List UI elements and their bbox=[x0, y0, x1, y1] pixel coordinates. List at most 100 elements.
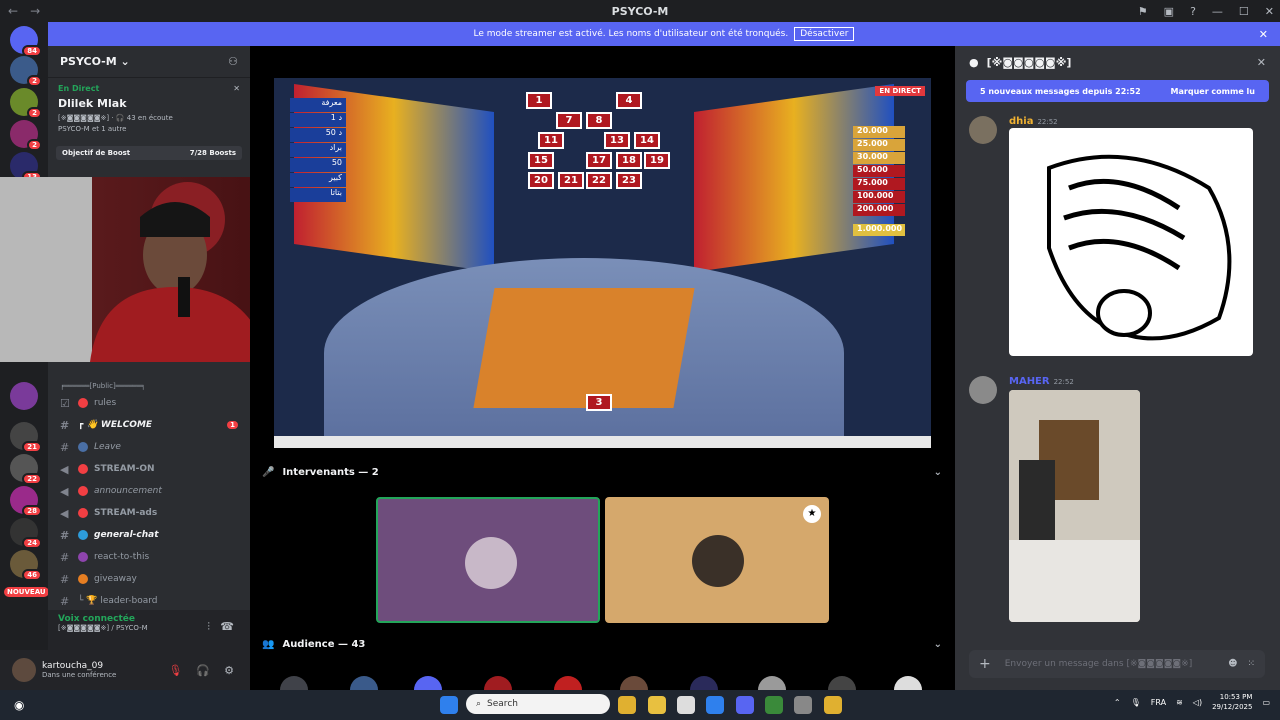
product-photo bbox=[1009, 390, 1140, 622]
message-author[interactable]: MAHER bbox=[1009, 376, 1050, 387]
close-window-button[interactable]: ✕ bbox=[1265, 5, 1274, 18]
avatar[interactable] bbox=[969, 116, 997, 144]
channel-giveaway[interactable]: # giveaway bbox=[48, 568, 250, 590]
avatar[interactable] bbox=[12, 658, 36, 682]
wifi-icon[interactable]: ≋ bbox=[1176, 698, 1183, 707]
soundboard-icon[interactable]: ⫶ bbox=[207, 620, 210, 634]
message-image[interactable] bbox=[1009, 128, 1253, 356]
server-icon[interactable]: 46 bbox=[10, 550, 42, 581]
server-icon[interactable] bbox=[10, 382, 38, 410]
app-icon[interactable] bbox=[794, 696, 812, 714]
disconnect-icon[interactable]: ☎ bbox=[220, 620, 234, 633]
number-box: 11 bbox=[538, 132, 564, 149]
channel-stream-ads[interactable]: ◀ STREAM-ads bbox=[48, 502, 250, 524]
inbox-icon[interactable]: ⚑ bbox=[1138, 5, 1148, 18]
channel-react-to-this[interactable]: # react-to-this bbox=[48, 546, 250, 568]
help-icon[interactable]: ? bbox=[1190, 5, 1196, 18]
audience-header[interactable]: 👥 Audience — 43 ⌄ bbox=[262, 636, 942, 652]
guild-badge: 2 bbox=[27, 139, 42, 151]
username: kartoucha_09 bbox=[42, 661, 104, 671]
disable-streamer-button[interactable]: Désactiver bbox=[794, 27, 855, 41]
emoji-icon[interactable]: ☻ bbox=[1228, 659, 1237, 669]
avatar bbox=[692, 535, 744, 587]
time-label: 10:53 PM bbox=[1219, 693, 1253, 701]
channel-stream-on[interactable]: ◀ STREAM-ON bbox=[48, 458, 250, 480]
widgets-icon[interactable]: ◉ bbox=[14, 698, 24, 712]
server-icon[interactable]: 2 bbox=[10, 56, 42, 87]
mute-icon[interactable]: 🎙 bbox=[168, 664, 182, 677]
server-icon[interactable]: 2 bbox=[10, 88, 42, 119]
channel-welcome[interactable]: # ┏ 👋 WELCOME 1 bbox=[48, 414, 250, 436]
add-attachment-icon[interactable]: + bbox=[979, 656, 991, 672]
speaker-tile[interactable]: ★ bbox=[605, 497, 829, 623]
channel-rules[interactable]: ☑ rules bbox=[48, 392, 250, 414]
server-icon[interactable]: 13 bbox=[10, 152, 42, 183]
server-header[interactable]: PSYCO-M ⌄ ⚇ bbox=[48, 46, 250, 78]
chat-bubble-icon: ● bbox=[969, 55, 979, 69]
microphone-icon[interactable]: 🎙 bbox=[1131, 698, 1141, 707]
rules-icon: ☑ bbox=[60, 396, 70, 410]
home-server-icon[interactable]: 84 bbox=[10, 26, 42, 57]
mark-read-button[interactable]: Marquer comme lu bbox=[1171, 87, 1255, 96]
input-placeholder: Envoyer un message dans [※◙◙◙◙◙※] bbox=[1004, 659, 1193, 669]
channel-general-chat[interactable]: # general-chat bbox=[48, 524, 250, 546]
speakers-header[interactable]: 🎤 Intervenants — 2 ⌄ bbox=[262, 464, 942, 480]
new-messages-bar[interactable]: 5 nouveaux messages depuis 22:52 Marquer… bbox=[966, 80, 1269, 102]
taskbar-search[interactable]: ⌕ Search bbox=[466, 694, 610, 714]
chevron-down-icon[interactable]: ⌄ bbox=[934, 639, 942, 650]
close-icon[interactable]: ✕ bbox=[1257, 56, 1266, 69]
chrome-icon[interactable] bbox=[618, 696, 636, 714]
voice-channel[interactable]: [※◙◙◙◙◙※] / PSYCO-M bbox=[58, 624, 240, 632]
server-icon[interactable]: 21 bbox=[10, 422, 42, 453]
browser-icon[interactable] bbox=[765, 696, 783, 714]
avatar[interactable] bbox=[969, 376, 997, 404]
mail-icon[interactable] bbox=[706, 696, 724, 714]
channel-leader-board[interactable]: # └ 🏆 leader-board bbox=[48, 590, 250, 612]
message-image[interactable] bbox=[1009, 390, 1140, 622]
channel-leave[interactable]: # Leave bbox=[48, 436, 250, 458]
category-header[interactable]: ╒══════[Public]══════╕ bbox=[48, 380, 250, 392]
server-icon[interactable]: 22 bbox=[10, 454, 42, 485]
minimize-button[interactable]: — bbox=[1212, 5, 1223, 18]
notifications-icon[interactable]: ▭ bbox=[1262, 698, 1270, 707]
price-item: 75.000 bbox=[853, 178, 905, 190]
close-icon[interactable]: ✕ bbox=[1259, 28, 1268, 41]
close-icon[interactable]: ✕ bbox=[233, 84, 240, 93]
channel-emoji-icon bbox=[78, 530, 88, 540]
message-author[interactable]: dhia bbox=[1009, 116, 1033, 127]
chevron-up-icon[interactable]: ⌃ bbox=[1114, 698, 1121, 707]
server-icon[interactable]: 24 bbox=[10, 518, 42, 549]
new-messages-text: 5 nouveaux messages depuis 22:52 bbox=[980, 86, 1141, 96]
speaker-tile[interactable] bbox=[376, 497, 600, 623]
chevron-down-icon[interactable]: ⌄ bbox=[934, 467, 942, 478]
channel-label: rules bbox=[94, 398, 117, 408]
language-indicator[interactable]: FRA bbox=[1151, 698, 1166, 707]
screen-icon[interactable]: ▣ bbox=[1164, 5, 1174, 18]
stream-video[interactable]: 1 4 7 8 11 13 14 15 17 18 19 20 21 22 23… bbox=[274, 78, 931, 448]
store-icon[interactable] bbox=[677, 696, 695, 714]
boost-goal[interactable]: Objectif de Boost 7/28 Boosts bbox=[56, 146, 242, 160]
hash-icon: # bbox=[60, 550, 70, 564]
add-member-icon[interactable]: ⚇ bbox=[228, 55, 238, 68]
users-icon: 👥 bbox=[262, 638, 275, 650]
discord-icon[interactable] bbox=[736, 696, 754, 714]
stage-view: 1 4 7 8 11 13 14 15 17 18 19 20 21 22 23… bbox=[250, 46, 955, 704]
volume-icon[interactable]: ◁) bbox=[1193, 698, 1202, 707]
headphones-icon[interactable]: 🎧 bbox=[196, 664, 210, 677]
message-input[interactable]: + Envoyer un message dans [※◙◙◙◙◙※] ☻ ⁙ bbox=[969, 650, 1265, 678]
chrome-icon[interactable] bbox=[824, 696, 842, 714]
server-icon[interactable]: 28 bbox=[10, 486, 42, 517]
folder-icon[interactable] bbox=[648, 696, 666, 714]
channel-label: ┏ 👋 WELCOME bbox=[78, 420, 153, 430]
server-icon[interactable]: 2 bbox=[10, 120, 42, 151]
window-title: PSYCO-M bbox=[611, 4, 669, 18]
channel-announcement[interactable]: ◀ announcement bbox=[48, 480, 250, 502]
apps-icon[interactable]: ⁙ bbox=[1247, 659, 1255, 669]
price-item: 1.000.000 bbox=[853, 224, 905, 236]
settings-icon[interactable]: ⚙ bbox=[224, 664, 234, 677]
maximize-button[interactable]: ☐ bbox=[1239, 5, 1249, 18]
channel-emoji-icon bbox=[78, 398, 88, 408]
clock[interactable]: 10:53 PM 29/12/2025 bbox=[1212, 692, 1252, 712]
price-item: 25.000 bbox=[853, 139, 905, 151]
start-icon[interactable] bbox=[440, 696, 458, 714]
